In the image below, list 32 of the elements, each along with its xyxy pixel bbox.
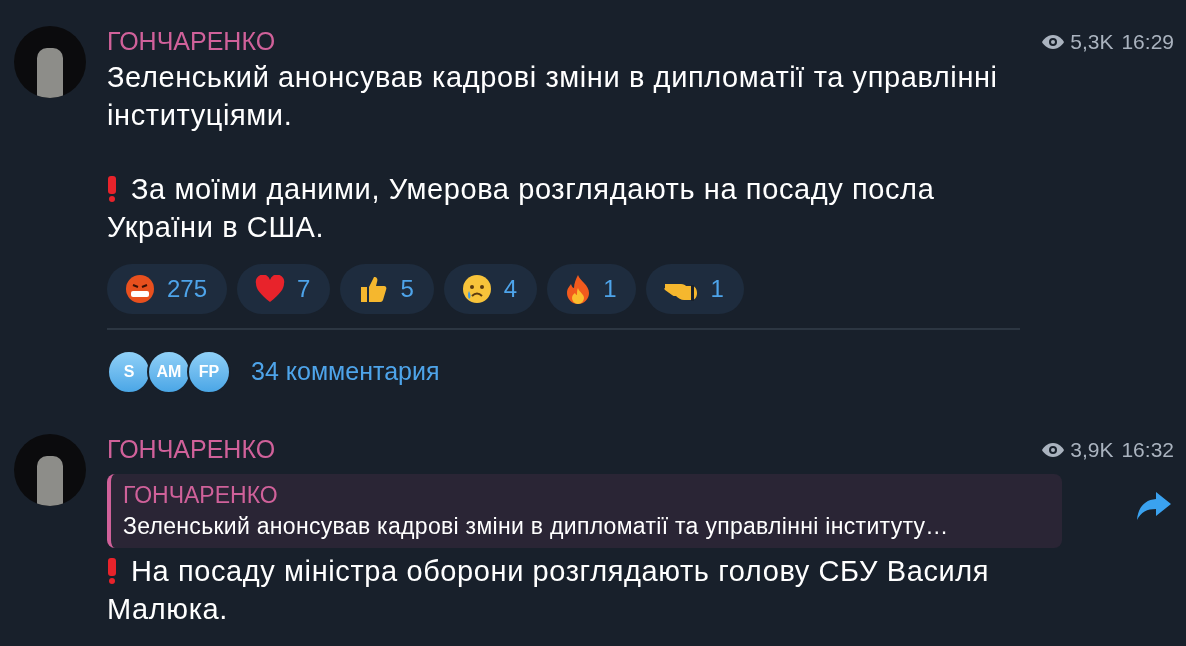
reply-author: ГОНЧАРЕНКО <box>123 481 279 510</box>
view-count: 5,3K <box>1070 29 1114 56</box>
reaction-button[interactable]: 1 <box>547 264 637 314</box>
exclamation-icon <box>107 558 117 584</box>
message-text: За моїми даними, Умерова розглядають на посаду посла України в США. <box>107 172 936 245</box>
reaction-button[interactable]: 5 <box>340 264 434 314</box>
message-time: 16:29 <box>1121 29 1174 56</box>
eye-icon <box>1042 443 1065 457</box>
exclamation-icon <box>107 176 117 202</box>
thumbs-up-icon <box>358 274 389 304</box>
reply-quote[interactable]: ГОНЧАРЕНКО Зеленський анонсував кадрові зміни в дипломатії та управлінні інституту… <box>107 474 1062 548</box>
reaction-button[interactable]: 1 <box>646 264 744 314</box>
fire-icon <box>565 274 592 304</box>
reaction-button[interactable]: 4 <box>443 264 538 314</box>
message-time: 16:32 <box>1121 437 1174 464</box>
heart-icon <box>255 275 286 303</box>
message-text: Зеленський анонсував кадрові зміни в дипломатії та управлінні інституціями. <box>107 60 999 133</box>
reply-text: Зеленський анонсував кадрові зміни в дипломатії та управлінні інституту… <box>123 512 950 541</box>
share-arrow-icon <box>1136 491 1172 521</box>
author-name: ГОНЧАРЕНКО <box>107 26 276 58</box>
commenter-avatar: FP <box>187 350 231 394</box>
angry-face-icon <box>125 274 155 304</box>
reaction-button[interactable]: 275 <box>107 264 228 314</box>
commenter-avatar: S <box>107 350 151 394</box>
view-count: 3,9K <box>1070 437 1114 464</box>
eye-icon <box>1042 35 1065 49</box>
comments-link[interactable]: 34 комментария <box>251 353 440 391</box>
crying-face-icon <box>461 274 492 304</box>
message-text: На посаду міністра оборони розглядають голову СБУ Василя Малюка. <box>107 554 991 627</box>
reaction-button[interactable]: 7 <box>237 264 331 314</box>
author-name: ГОНЧАРЕНКО <box>107 434 276 466</box>
commenter-avatar: AM <box>147 350 191 394</box>
